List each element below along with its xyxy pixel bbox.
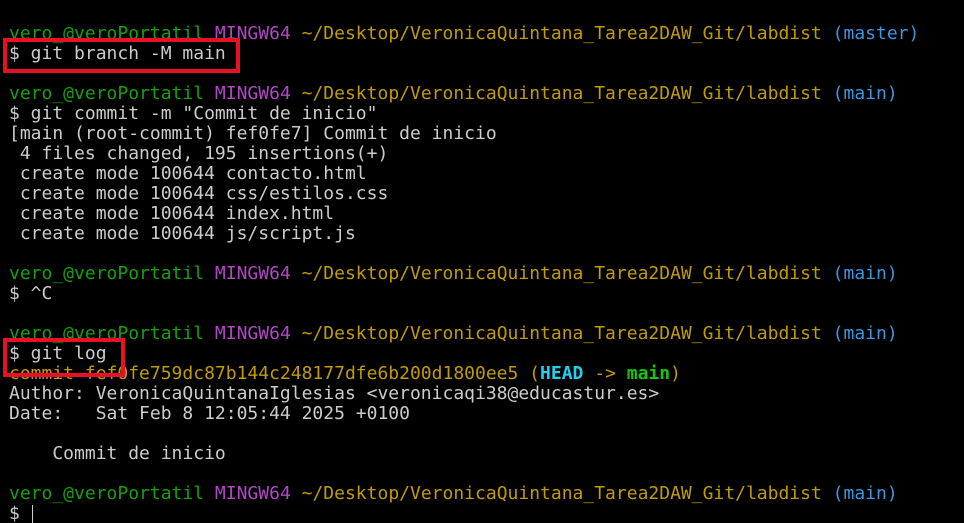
terminal-window[interactable]: vero_@veroPortatil MINGW64 ~/Desktop/Ver… — [0, 0, 964, 523]
highlight-box-log-command — [3, 338, 125, 377]
branch-ref: main — [626, 363, 671, 384]
command-line: $ ^C — [9, 283, 53, 304]
output-line: create mode 100644 index.html — [9, 203, 335, 224]
prompt-line: vero_@veroPortatil MINGW64 ~/Desktop/Ver… — [9, 324, 898, 344]
prompt-system: MINGW64 — [214, 483, 291, 504]
prompt-user: vero_@veroPortatil — [9, 83, 205, 104]
prompt-user: vero_@veroPortatil — [9, 263, 205, 284]
prompt-system: MINGW64 — [214, 83, 291, 104]
prompt-user: vero_@veroPortatil — [9, 483, 205, 504]
highlight-box-branch-command — [3, 38, 240, 73]
prompt-branch: (main) — [832, 83, 898, 104]
ref-open: ( — [518, 363, 541, 384]
prompt-path: ~/Desktop/VeronicaQuintana_Tarea2DAW_Git… — [301, 83, 822, 104]
prompt-system: MINGW64 — [214, 263, 291, 284]
command-line: $ — [9, 503, 31, 523]
date-line: Date: Sat Feb 8 12:05:44 2025 +0100 — [9, 403, 410, 424]
prompt-path: ~/Desktop/VeronicaQuintana_Tarea2DAW_Git… — [301, 483, 822, 504]
prompt-branch: (main) — [832, 323, 898, 344]
output-line: create mode 100644 js/script.js — [9, 223, 356, 244]
prompt-system: MINGW64 — [214, 323, 291, 344]
prompt-path: ~/Desktop/VeronicaQuintana_Tarea2DAW_Git… — [301, 23, 822, 44]
prompt-branch: (main) — [832, 263, 898, 284]
output-line: create mode 100644 contacto.html — [9, 163, 367, 184]
text-cursor — [32, 505, 33, 523]
prompt-branch: (main) — [832, 483, 898, 504]
prompt-path: ~/Desktop/VeronicaQuintana_Tarea2DAW_Git… — [301, 323, 822, 344]
ref-close: ) — [670, 363, 681, 384]
commit-hash: fef0fe759dc87b144c248177dfe6b200d1800ee5 — [84, 363, 519, 384]
prompt-line: vero_@veroPortatil MINGW64 ~/Desktop/Ver… — [9, 484, 898, 504]
prompt-line: vero_@veroPortatil MINGW64 ~/Desktop/Ver… — [9, 84, 898, 104]
commit-message: Commit de inicio — [9, 443, 226, 464]
command-line: $ git commit -m "Commit de inicio" — [9, 103, 378, 124]
output-line: 4 files changed, 195 insertions(+) — [9, 143, 389, 164]
prompt-line: vero_@veroPortatil MINGW64 ~/Desktop/Ver… — [9, 264, 898, 284]
output-line: [main (root-commit) fef0fe7] Commit de i… — [9, 123, 497, 144]
prompt-branch: (master) — [832, 23, 920, 44]
head-ref: HEAD — [540, 363, 584, 384]
ref-arrow: -> — [583, 363, 627, 384]
author-line: Author: VeronicaQuintanaIglesias <veroni… — [9, 383, 660, 404]
output-line: create mode 100644 css/estilos.css — [9, 183, 389, 204]
prompt-path: ~/Desktop/VeronicaQuintana_Tarea2DAW_Git… — [301, 263, 822, 284]
